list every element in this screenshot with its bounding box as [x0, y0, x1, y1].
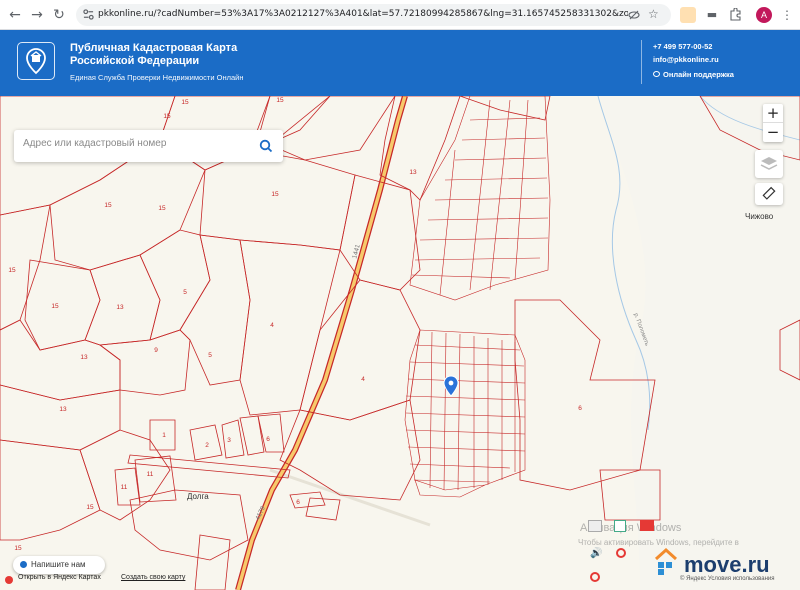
chat-status-icon [20, 561, 27, 568]
plot-label: 11 [147, 471, 154, 478]
eye-off-icon[interactable] [628, 9, 640, 21]
plot-label: 15 [276, 97, 284, 104]
plot-label: 3 [227, 437, 231, 444]
plot-label: 15 [86, 504, 94, 511]
layers-icon [760, 157, 778, 170]
search-box[interactable] [14, 130, 283, 162]
plot-label: 1 [162, 432, 166, 439]
zoom-out-button[interactable]: − [763, 123, 783, 142]
site-settings-icon[interactable] [83, 9, 94, 20]
search-icon[interactable] [259, 139, 273, 153]
cadastral-map[interactable]: 1441 4179 р. Полометь 15 15 15 15 15 13 … [0, 96, 800, 590]
plot-label: 4 [361, 376, 365, 383]
search-input[interactable] [23, 138, 253, 149]
plot-label: 13 [116, 304, 124, 311]
menu-icon[interactable]: ⋮ [778, 6, 796, 24]
plot-label: 15 [104, 202, 112, 209]
village-label-dolga: Долга [187, 492, 209, 501]
zoom-control: + − [763, 104, 783, 142]
plot-label: 15 [158, 205, 166, 212]
plot-label: 15 [163, 113, 171, 120]
plot-label: 6 [578, 405, 582, 412]
map-footer: Открыть в Яндекс Картах Создать свою кар… [0, 573, 800, 590]
email-link[interactable]: info@pkkonline.ru [653, 55, 719, 64]
site-header: Публичная Кадастровая Карта Российской Ф… [0, 30, 800, 96]
reload-icon[interactable]: ↻ [50, 6, 68, 24]
plot-label: 2 [205, 442, 209, 449]
plot-label: 13 [80, 354, 88, 361]
browser-toolbar: ← → ↻ pkkonline.ru/?cadNumber=53%3A17%3A… [0, 0, 800, 30]
plot-label: 5 [183, 289, 187, 296]
profile-avatar[interactable]: A [756, 7, 772, 23]
back-icon[interactable]: ← [6, 6, 24, 24]
forward-icon[interactable]: → [28, 6, 46, 24]
map-canvas[interactable]: 1441 4179 р. Полометь 15 15 15 15 15 13 … [0, 96, 800, 590]
plot-label: 5 [208, 352, 212, 359]
speaker-icon[interactable]: 🔊 [590, 548, 602, 559]
support-link[interactable]: Онлайн поддержка [653, 70, 734, 79]
plot-label: 13 [409, 169, 417, 176]
phone-link[interactable]: +7 499 577-00-52 [653, 42, 712, 51]
site-title[interactable]: Публичная Кадастровая Карта Российской Ф… [70, 42, 270, 68]
open-in-yandex-link[interactable]: Открыть в Яндекс Картах [18, 574, 101, 581]
plot-label: 4 [270, 322, 274, 329]
plot-label: 6 [266, 436, 270, 443]
media-icon[interactable]: ▬ [704, 7, 720, 23]
tray-usb-icon[interactable] [588, 520, 602, 532]
layers-button[interactable] [755, 150, 783, 178]
chat-button[interactable]: Напишите нам [13, 556, 105, 574]
map-pin-house-icon [26, 48, 46, 75]
plot-label: 15 [14, 545, 22, 552]
yandex-terms[interactable]: © Яндекс Условия использования [680, 576, 775, 582]
plot-label: 13 [59, 406, 67, 413]
zoom-in-button[interactable]: + [763, 104, 783, 123]
chat-bubble-icon [653, 71, 660, 77]
plot-label: 15 [226, 96, 234, 98]
star-icon[interactable]: ☆ [648, 7, 659, 21]
plot-label: 11 [121, 484, 128, 491]
extension-icon[interactable] [680, 7, 696, 23]
ruler-button[interactable] [755, 183, 783, 205]
yandex-maps-icon [5, 576, 13, 584]
url-text[interactable]: pkkonline.ru/?cadNumber=53%3A17%3A021212… [98, 9, 628, 19]
puzzle-icon[interactable] [728, 8, 742, 22]
plot-label: 15 [8, 267, 16, 274]
plot-label: 15 [51, 303, 59, 310]
site-subtitle: Единая Служба Проверки Недвижимости Онла… [70, 73, 244, 82]
header-divider [641, 40, 642, 84]
plot-label: 15 [181, 99, 189, 106]
logo[interactable] [17, 42, 55, 80]
plot-label: 15 [271, 191, 279, 198]
ruler-icon [762, 186, 776, 200]
village-label-chizhovo: Чижово [745, 212, 774, 221]
tray-mail-icon[interactable] [640, 520, 654, 531]
tray-shield-icon[interactable] [614, 520, 626, 532]
opera-icon[interactable] [616, 548, 626, 558]
address-bar[interactable]: pkkonline.ru/?cadNumber=53%3A17%3A021212… [76, 4, 671, 26]
plot-label: 6 [296, 499, 300, 506]
create-map-link[interactable]: Создать свою карту [121, 574, 185, 581]
plot-label: 9 [154, 347, 158, 354]
